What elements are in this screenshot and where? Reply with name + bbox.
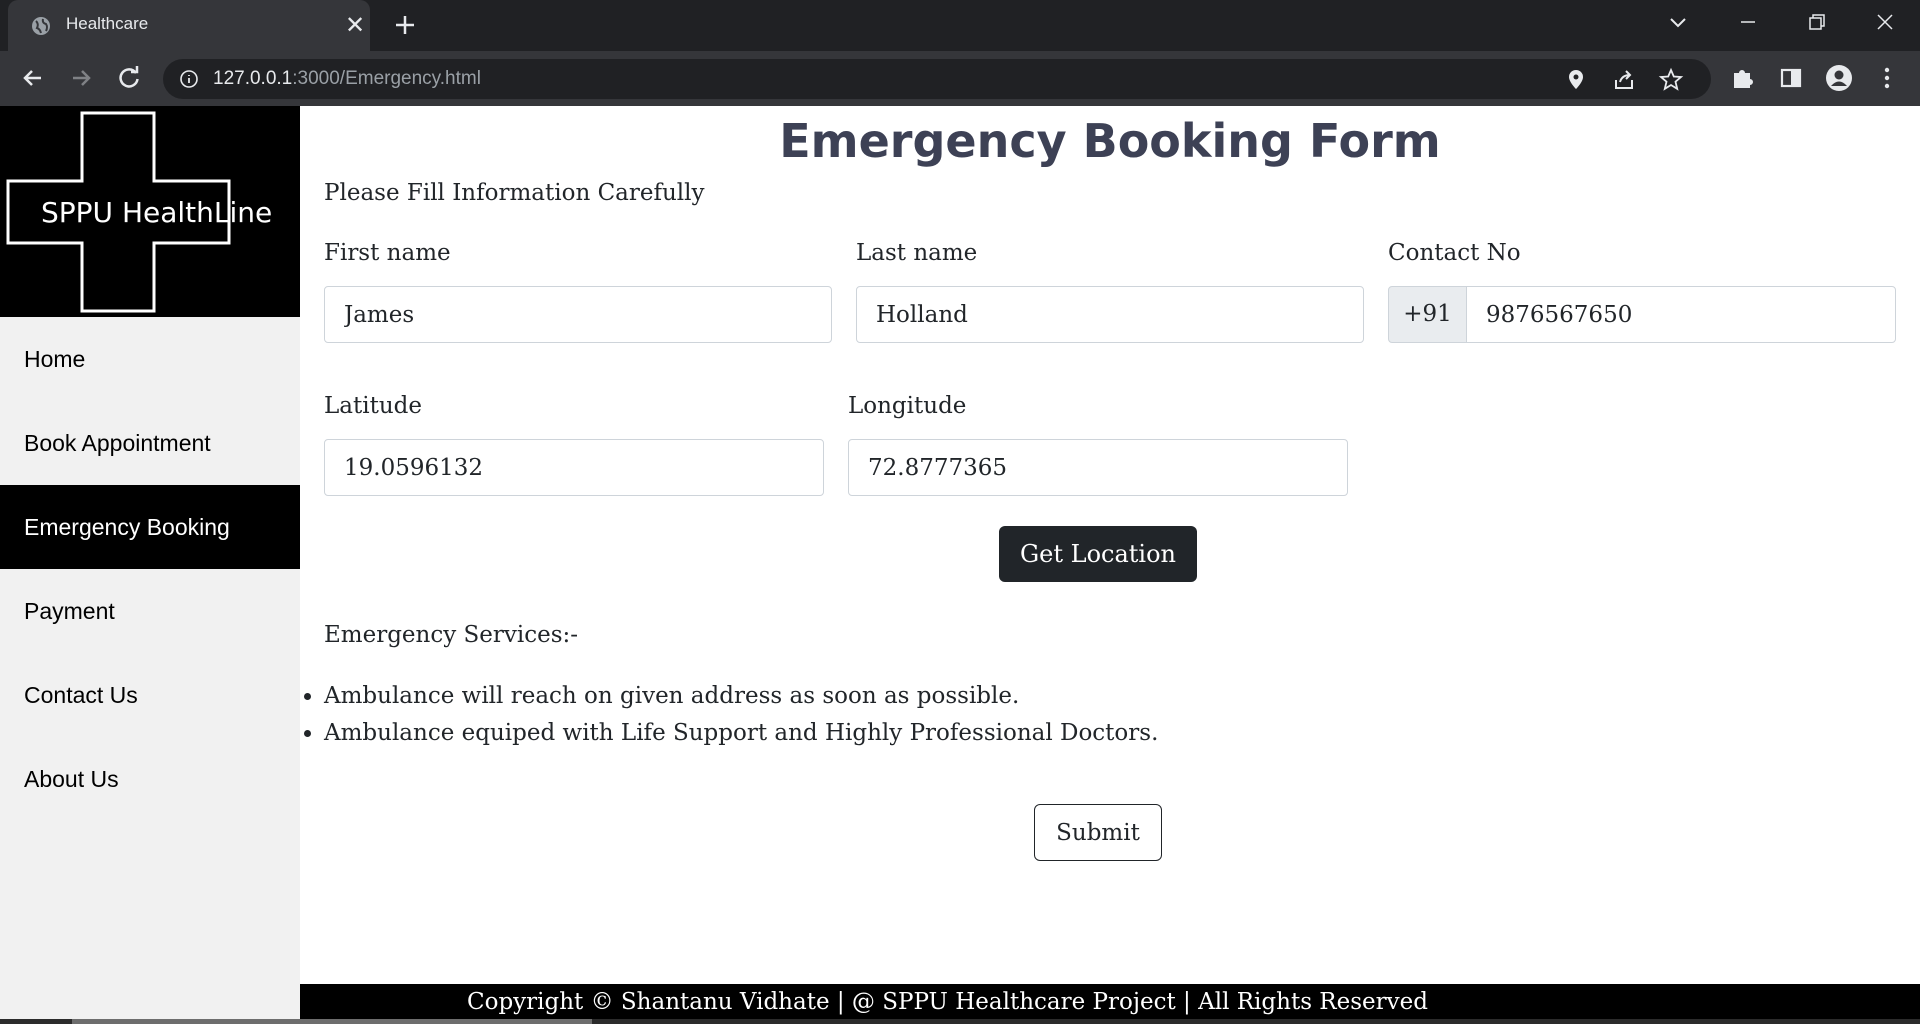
globe-icon [32, 17, 50, 35]
back-arrow-icon[interactable] [18, 63, 48, 93]
url-text: 127.0.0.1:3000/Emergency.html [213, 68, 481, 89]
sidebar-item-payment[interactable]: Payment [0, 569, 300, 653]
contact-no-input[interactable] [1466, 286, 1896, 343]
new-tab-icon[interactable] [390, 10, 420, 40]
browser-tab-strip: Healthcare ✕ [0, 0, 1920, 51]
browser-tab[interactable]: Healthcare ✕ [8, 0, 370, 51]
address-bar[interactable]: 127.0.0.1:3000/Emergency.html [163, 59, 1711, 99]
tab-title: Healthcare [66, 14, 149, 33]
longitude-label: Longitude [848, 393, 967, 419]
minimize-icon[interactable] [1730, 8, 1766, 38]
profile-avatar-icon[interactable] [1824, 63, 1854, 93]
side-panel-icon[interactable] [1776, 63, 1806, 93]
emergency-services-list: Ambulance will reach on given address as… [324, 678, 1158, 752]
get-location-button[interactable]: Get Location [999, 526, 1197, 582]
last-name-input[interactable] [856, 286, 1364, 343]
latitude-label: Latitude [324, 393, 422, 419]
page-footer: Copyright © Shantanu Vidhate | @ SPPU He… [300, 984, 1920, 1024]
latitude-input[interactable] [324, 439, 824, 496]
first-name-label: First name [324, 240, 451, 266]
contact-no-label: Contact No [1388, 240, 1521, 266]
logo-text: SPPU HealthLine [41, 196, 273, 229]
extensions-puzzle-icon[interactable] [1728, 63, 1758, 93]
longitude-input[interactable] [848, 439, 1348, 496]
close-window-icon[interactable] [1867, 8, 1903, 38]
forward-arrow-icon[interactable] [66, 63, 96, 93]
reload-icon[interactable] [114, 63, 144, 93]
bookmark-star-icon[interactable] [1658, 67, 1684, 93]
page-title: Emergency Booking Form [779, 114, 1441, 168]
sidebar-item-emergency-booking[interactable]: Emergency Booking [0, 485, 300, 569]
location-pin-icon[interactable] [1563, 67, 1589, 93]
close-tab-icon[interactable]: ✕ [342, 12, 368, 38]
browser-menu-icon[interactable] [1872, 63, 1902, 93]
sidebar-item-contact-us[interactable]: Contact Us [0, 653, 300, 737]
first-name-input[interactable] [324, 286, 832, 343]
browser-toolbar: 127.0.0.1:3000/Emergency.html [0, 51, 1920, 106]
scrollbar-thumb[interactable] [72, 1019, 592, 1024]
emergency-form-area: Emergency Booking Form Please Fill Infor… [300, 106, 1920, 1024]
submit-button[interactable]: Submit [1034, 804, 1162, 861]
tab-search-icon[interactable] [1660, 8, 1696, 38]
emergency-services-heading: Emergency Services:- [324, 622, 579, 648]
site-info-icon[interactable] [179, 69, 199, 89]
sidebar-nav: SPPU HealthLine Home Book Appointment Em… [0, 106, 300, 1024]
form-subtitle: Please Fill Information Carefully [324, 180, 705, 206]
sidebar-item-home[interactable]: Home [0, 317, 300, 401]
site-logo[interactable]: SPPU HealthLine [0, 106, 300, 317]
list-item: Ambulance will reach on given address as… [324, 678, 1158, 715]
country-code-prefix: +91 [1388, 286, 1467, 343]
list-item: Ambulance equiped with Life Support and … [324, 715, 1158, 752]
restore-icon[interactable] [1798, 8, 1834, 38]
share-icon[interactable] [1611, 67, 1637, 93]
last-name-label: Last name [856, 240, 978, 266]
sidebar-item-book-appointment[interactable]: Book Appointment [0, 401, 300, 485]
sidebar-item-about-us[interactable]: About Us [0, 737, 300, 821]
